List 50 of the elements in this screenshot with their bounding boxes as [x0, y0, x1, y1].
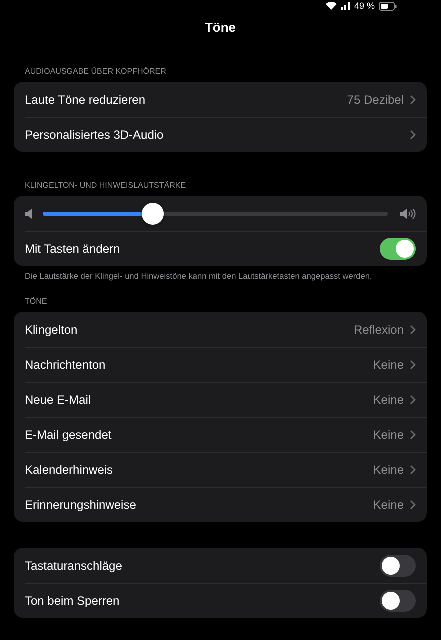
row-value: Keine — [373, 392, 404, 406]
row-label: Neue E-Mail — [25, 392, 92, 406]
settings-row[interactable]: Erinnerungshinweise Keine — [14, 487, 427, 522]
chevron-icon — [410, 394, 416, 404]
row-label: Ton beim Sperren — [25, 594, 120, 608]
battery-icon — [379, 2, 397, 10]
row-value: Keine — [373, 428, 404, 442]
section-footer: Die Lautstärke der Klingel- und Hinweistöne kann mit den Lautstärketasten angepasst werden. — [25, 270, 372, 282]
chevron-icon — [410, 430, 416, 440]
row-label: Laute Töne reduzieren — [25, 92, 146, 106]
slider-thumb[interactable] — [142, 202, 164, 224]
chevron-icon — [410, 130, 416, 140]
chevron-icon — [410, 324, 416, 334]
chevron-icon — [410, 360, 416, 370]
toggle-switch[interactable] — [380, 554, 416, 576]
settings-row[interactable]: Laute Töne reduzieren 75 Dezibel — [14, 82, 427, 117]
row-label: Kalenderhinweis — [25, 462, 114, 476]
volume-high-icon — [400, 208, 416, 220]
section-header: KLINGELTON- UND HINWEISLAUTSTÄRKE — [25, 180, 186, 191]
section-header: AUDIOAUSGABE ÜBER KOPFHÖRER — [25, 66, 166, 77]
row-value: Keine — [373, 498, 404, 512]
row-label: Mit Tasten ändern — [25, 242, 120, 256]
section-header: TÖNE — [25, 296, 48, 307]
row-label: Personalisiertes 3D-Audio — [25, 128, 164, 142]
row-value: Keine — [373, 358, 404, 372]
row-label: Erinnerungshinweise — [25, 498, 136, 512]
row-label: Nachrichtenton — [25, 358, 106, 372]
volume-slider[interactable] — [43, 202, 388, 224]
row-value: Reflexion — [354, 322, 404, 336]
row-label: E-Mail gesendet — [25, 428, 112, 442]
toggle-switch[interactable] — [380, 238, 416, 260]
wifi-icon — [326, 2, 338, 10]
settings-row[interactable]: E-Mail gesendet Keine — [14, 417, 427, 452]
settings-row[interactable]: Personalisiertes 3D-Audio — [14, 117, 427, 152]
settings-row[interactable]: Klingelton Reflexion — [14, 312, 427, 347]
settings-row[interactable]: Kalenderhinweis Keine — [14, 452, 427, 487]
chevron-icon — [410, 500, 416, 510]
signal-icon — [341, 2, 350, 10]
settings-row[interactable]: Nachrichtenton Keine — [14, 347, 427, 382]
row-label: Klingelton — [25, 322, 78, 336]
toggle-switch[interactable] — [380, 590, 416, 612]
volume-low-icon — [25, 208, 33, 218]
chevron-icon — [410, 94, 416, 104]
battery-percentage: 49 % — [354, 1, 375, 11]
settings-row[interactable]: Neue E-Mail Keine — [14, 382, 427, 417]
row-value: 75 Dezibel — [347, 92, 404, 106]
page-title: Töne — [204, 20, 236, 36]
row-label: Tastaturanschläge — [25, 558, 122, 572]
chevron-icon — [410, 464, 416, 474]
row-value: Keine — [373, 462, 404, 476]
